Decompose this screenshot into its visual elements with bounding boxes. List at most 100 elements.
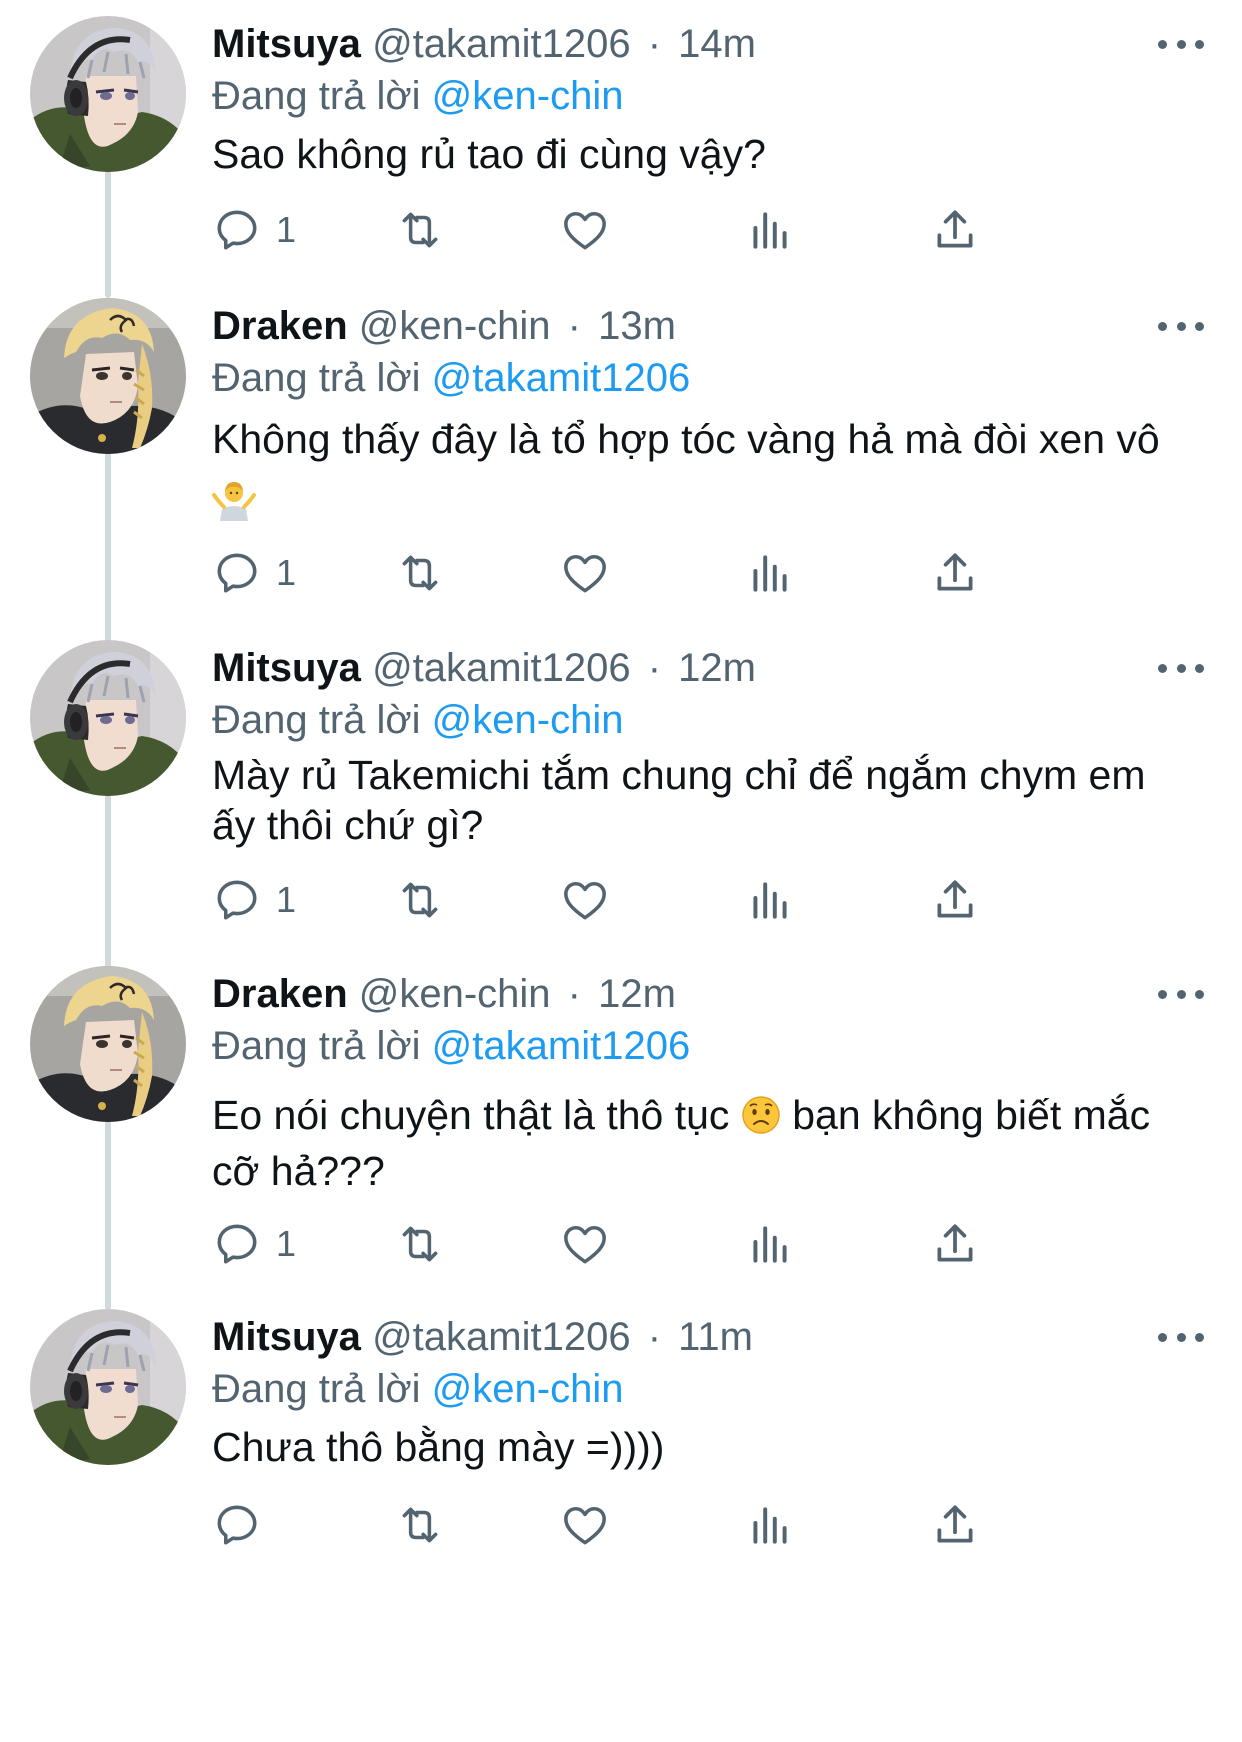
- like-heart-icon: [564, 881, 606, 920]
- reply-button[interactable]: [212, 1495, 276, 1555]
- tweet-time[interactable]: 11m: [678, 1315, 753, 1359]
- avatar[interactable]: [30, 1309, 186, 1465]
- tweet-actions: 1: [212, 543, 1112, 603]
- replying-prefix: Đang trả lời: [212, 74, 421, 118]
- separator-dot: ·: [647, 646, 662, 690]
- tweet-time[interactable]: 12m: [598, 972, 676, 1016]
- like-button[interactable]: [560, 200, 610, 260]
- tweet-text-content: Mày rủ Takemichi tắm chung chỉ để ngắm c…: [212, 752, 1146, 848]
- views-button[interactable]: [745, 1495, 795, 1555]
- mention-link[interactable]: @ken-chin: [432, 74, 624, 118]
- share-button[interactable]: [930, 870, 980, 930]
- reply-icon: [217, 1224, 257, 1264]
- mention-link[interactable]: @takamit1206: [432, 356, 691, 400]
- display-name[interactable]: Draken: [212, 972, 348, 1016]
- display-name[interactable]: Mitsuya: [212, 22, 361, 66]
- user-handle[interactable]: @ken-chin: [359, 972, 551, 1016]
- views-bar-chart-icon: [753, 1226, 787, 1263]
- share-button[interactable]: [930, 1214, 980, 1274]
- tweet-text: Không thấy đây là tổ hợp tóc vàng hả mà …: [212, 408, 1202, 538]
- worried-face-emoji: [741, 1095, 781, 1146]
- share-button[interactable]: [930, 543, 980, 603]
- like-button[interactable]: [560, 543, 610, 603]
- share-button[interactable]: [930, 200, 980, 260]
- avatar[interactable]: [30, 966, 186, 1122]
- retweet-button[interactable]: [395, 200, 445, 260]
- avatar[interactable]: [30, 16, 186, 172]
- more-horizontal-icon[interactable]: [1158, 312, 1204, 340]
- retweet-button[interactable]: [395, 1495, 445, 1555]
- retweet-icon: [402, 882, 438, 918]
- user-handle[interactable]: @takamit1206: [372, 1315, 631, 1359]
- retweet-button[interactable]: [395, 1214, 445, 1274]
- retweet-icon: [402, 212, 438, 248]
- tweet-header: Mitsuya @takamit1206 · 12m: [212, 640, 756, 696]
- replying-prefix: Đang trả lời: [212, 1024, 421, 1068]
- mention-link[interactable]: @ken-chin: [432, 1367, 624, 1411]
- thread-connector-line: [105, 1112, 111, 1310]
- tweet-time[interactable]: 14m: [678, 22, 756, 66]
- user-handle[interactable]: @takamit1206: [372, 646, 631, 690]
- tweet-time[interactable]: 12m: [678, 646, 756, 690]
- user-handle[interactable]: @takamit1206: [372, 22, 631, 66]
- thread-connector-line: [105, 786, 111, 968]
- tweet-header: Mitsuya @takamit1206 · 14m: [212, 16, 756, 72]
- display-name[interactable]: Mitsuya: [212, 646, 361, 690]
- tweet-text: Sao không rủ tao đi cùng vậy?: [212, 126, 1202, 182]
- tweet-actions: 1: [212, 1214, 1112, 1274]
- tweet-header: Mitsuya @takamit1206 · 11m: [212, 1309, 753, 1365]
- share-upload-icon: [937, 553, 973, 591]
- separator-dot: ·: [647, 1315, 662, 1359]
- mention-link[interactable]: @ken-chin: [432, 698, 624, 742]
- share-button[interactable]: [930, 1495, 980, 1555]
- reply-button[interactable]: 1: [212, 870, 296, 930]
- replying-to: Đang trả lời @ken-chin: [212, 68, 623, 124]
- avatar[interactable]: [30, 640, 186, 796]
- retweet-button[interactable]: [395, 543, 445, 603]
- views-bar-chart-icon: [753, 555, 787, 592]
- views-bar-chart-icon: [753, 212, 787, 249]
- like-button[interactable]: [560, 1214, 610, 1274]
- user-handle[interactable]: @ken-chin: [359, 304, 551, 348]
- views-button[interactable]: [745, 543, 795, 603]
- views-bar-chart-icon: [753, 1507, 787, 1544]
- more-horizontal-icon[interactable]: [1158, 1323, 1204, 1351]
- more-horizontal-icon[interactable]: [1158, 980, 1204, 1008]
- views-button[interactable]: [745, 200, 795, 260]
- display-name[interactable]: Mitsuya: [212, 1315, 361, 1359]
- like-heart-icon: [564, 1225, 606, 1264]
- more-horizontal-icon[interactable]: [1158, 30, 1204, 58]
- replying-to: Đang trả lời @ken-chin: [212, 1361, 623, 1417]
- separator-dot: ·: [567, 304, 581, 348]
- replying-to: Đang trả lời @ken-chin: [212, 692, 623, 748]
- tweet-text-content: Không thấy đây là tổ hợp tóc vàng hả mà …: [212, 416, 1160, 462]
- views-button[interactable]: [745, 1214, 795, 1274]
- tweet-time[interactable]: 13m: [598, 304, 676, 348]
- tweet-actions: 1: [212, 870, 1112, 930]
- reply-button[interactable]: 1: [212, 1214, 296, 1274]
- draken-avatar-image: [30, 966, 186, 1122]
- mitsuya-avatar-image: [30, 16, 186, 172]
- share-upload-icon: [937, 210, 973, 248]
- retweet-icon: [402, 1226, 438, 1262]
- like-heart-icon: [564, 1506, 606, 1545]
- avatar[interactable]: [30, 298, 186, 454]
- mitsuya-avatar-image: [30, 640, 186, 796]
- separator-dot: ·: [647, 22, 662, 66]
- like-button[interactable]: [560, 1495, 610, 1555]
- like-button[interactable]: [560, 870, 610, 930]
- person-shrugging-emoji: [212, 476, 256, 538]
- more-horizontal-icon[interactable]: [1158, 654, 1204, 682]
- tweet-text: Mày rủ Takemichi tắm chung chỉ để ngắm c…: [212, 750, 1172, 850]
- worried-face-image: [742, 1096, 780, 1134]
- views-button[interactable]: [745, 870, 795, 930]
- replying-to: Đang trả lời @takamit1206: [212, 350, 690, 406]
- shrug-emoji-image: [212, 482, 256, 521]
- mention-link[interactable]: @takamit1206: [432, 1024, 691, 1068]
- reply-button[interactable]: 1: [212, 543, 296, 603]
- like-heart-icon: [564, 211, 606, 250]
- retweet-button[interactable]: [395, 870, 445, 930]
- reply-button[interactable]: 1: [212, 200, 296, 260]
- display-name[interactable]: Draken: [212, 304, 348, 348]
- reply-count: 1: [276, 879, 297, 920]
